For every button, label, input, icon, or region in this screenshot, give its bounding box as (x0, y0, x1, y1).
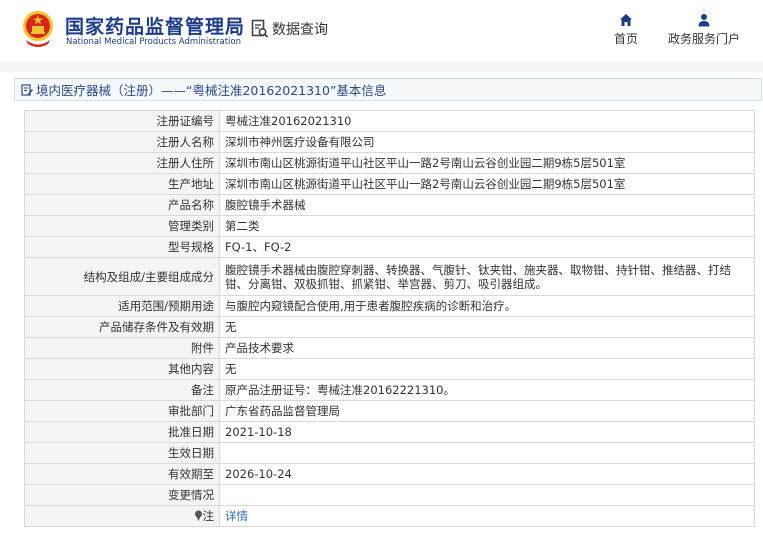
registration-info-table: 注册证编号 粤械注准20162021310 注册人名称 深圳市神州医疗设备有限公司 … (24, 110, 755, 527)
table-row: 附件 产品技术要求 (24, 337, 755, 359)
nav-portal-label: 政务服务门户 (667, 32, 740, 46)
table-row: 生效日期 (24, 442, 755, 464)
note-label: 注 (202, 509, 215, 523)
row-value: 与腹腔内窥镜配合使用,用于患者腹腔疾病的诊断和治疗。 (219, 295, 755, 317)
row-label: 型号规格 (24, 236, 220, 258)
document-edit-icon (21, 83, 33, 96)
site-logo-subtitle: National Medical Products Administration (66, 37, 241, 47)
table-row: 备注 原产品注册证号：粤械注准20162221310。 (24, 379, 755, 401)
row-value: 粤械注准20162021310 (219, 110, 755, 132)
table-row: 批准日期 2021-10-18 (24, 421, 755, 443)
table-row: 注 详情 (24, 505, 755, 527)
row-value: 深圳市神州医疗设备有限公司 (219, 131, 755, 153)
table-row: 产品储存条件及有效期无 (24, 316, 755, 338)
row-label: 产品名称 (24, 194, 220, 216)
row-value (219, 484, 755, 506)
table-row: 变更情况 (24, 484, 755, 506)
row-label: 生效日期 (24, 442, 220, 464)
nav-home[interactable]: 首页 (608, 13, 644, 47)
header-divider (0, 62, 763, 72)
home-icon (620, 14, 632, 26)
pin-icon (194, 510, 202, 521)
row-value: 产品技术要求 (219, 337, 755, 359)
row-label: 审批部门 (24, 400, 220, 422)
row-label: 附件 (24, 337, 220, 359)
row-label: 注册人名称 (24, 131, 220, 153)
row-label: 适用范围/预期用途 (24, 295, 220, 317)
table-row: 注册人住所 深圳市南山区桃源街道平山社区平山一路2号南山云谷创业园二期9栋5层50… (24, 152, 755, 174)
site-logo-title[interactable]: 国家药品监督管理局 (65, 12, 245, 39)
note-value-cell: 详情 (219, 505, 755, 527)
table-row: 型号规格 FQ-1、FQ-2 (24, 236, 755, 258)
table-row: 审批部门 广东省药品监督管理局 (24, 400, 755, 422)
row-label: 批准日期 (24, 421, 220, 443)
note-label-cell: 注 (24, 505, 220, 527)
data-query-link[interactable]: 数据查询 (251, 17, 328, 41)
row-value: 原产品注册证号：粤械注准20162221310。 (219, 379, 755, 401)
row-value (219, 442, 755, 464)
row-value: 无 (219, 316, 755, 338)
table-row: 产品名称 腹腔镜手术器械 (24, 194, 755, 216)
row-label: 备注 (24, 379, 220, 401)
table-row: 注册证编号 粤械注准20162021310 (24, 110, 755, 132)
row-label: 注册人住所 (24, 152, 220, 174)
row-value: 广东省药品监督管理局 (219, 400, 755, 422)
row-label: 生产地址 (24, 173, 220, 195)
row-value: 2021-10-18 (219, 421, 755, 443)
row-value: 腹腔镜手术器械由腹腔穿刺器、转换器、气腹针、钛夹钳、施夹器、取物钳、持针钳、推结… (219, 257, 755, 296)
document-search-icon (251, 19, 269, 38)
row-label: 其他内容 (24, 358, 220, 380)
user-icon (698, 14, 710, 27)
row-value: 深圳市南山区桃源街道平山社区平山一路2号南山云谷创业园二期9栋5层501室 (219, 173, 755, 195)
table-row: 其他内容无 (24, 358, 755, 380)
row-label: 注册证编号 (24, 110, 220, 132)
row-value: 深圳市南山区桃源街道平山社区平山一路2号南山云谷创业园二期9栋5层501室 (219, 152, 755, 174)
row-label: 管理类别 (24, 215, 220, 237)
nav-home-label: 首页 (613, 32, 638, 46)
table-row: 结构及组成/主要组成成分 腹腔镜手术器械由腹腔穿刺器、转换器、气腹针、钛夹钳、施夹… (24, 257, 755, 296)
row-label: 结构及组成/主要组成成分 (24, 257, 220, 296)
details-link[interactable]: 详情 (225, 509, 248, 523)
row-value: 腹腔镜手术器械 (219, 194, 755, 216)
row-label: 产品储存条件及有效期 (24, 316, 220, 338)
row-value: 2026-10-24 (219, 463, 755, 485)
table-row: 适用范围/预期用途 与腹腔内窥镜配合使用,用于患者腹腔疾病的诊断和治疗。 (24, 295, 755, 317)
table-row: 生产地址 深圳市南山区桃源街道平山社区平山一路2号南山云谷创业园二期9栋5层501… (24, 173, 755, 195)
breadcrumb: 境内医疗器械（注册）——“粤械注准20162021310”基本信息 (14, 78, 762, 101)
row-value: FQ-1、FQ-2 (219, 236, 755, 258)
table-row: 有效期至 2026-10-24 (24, 463, 755, 485)
row-label: 有效期至 (24, 463, 220, 485)
row-value: 第二类 (219, 215, 755, 237)
row-label: 变更情况 (24, 484, 220, 506)
nav-service-portal[interactable]: 政务服务门户 (662, 13, 746, 47)
row-value: 无 (219, 358, 755, 380)
site-header: 国家药品监督管理局 National Medical Products Admi… (0, 0, 763, 62)
table-row: 管理类别 第二类 (24, 215, 755, 237)
data-query-label: 数据查询 (272, 22, 328, 38)
national-emblem-icon (23, 11, 53, 47)
table-row: 注册人名称 深圳市神州医疗设备有限公司 (24, 131, 755, 153)
breadcrumb-text: 境内医疗器械（注册）——“粤械注准20162021310”基本信息 (36, 83, 387, 98)
